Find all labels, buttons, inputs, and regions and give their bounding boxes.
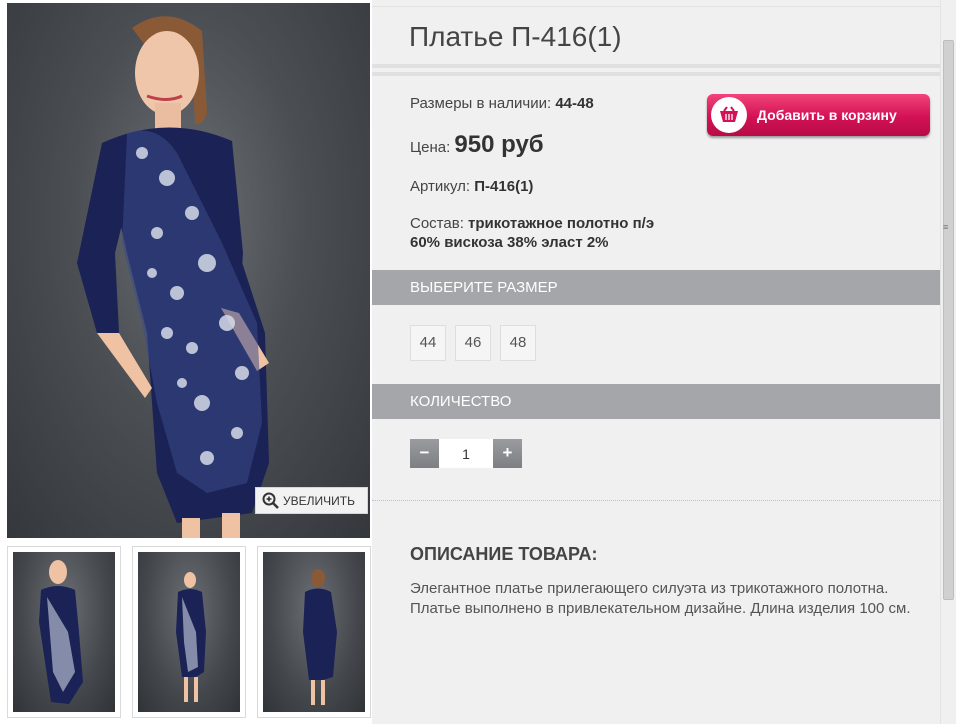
zoom-button[interactable]: УВЕЛИЧИТЬ (255, 487, 368, 514)
dotted-divider (372, 500, 940, 501)
composition-label: Состав: (410, 215, 464, 232)
quantity-decrease-button[interactable]: − (410, 439, 439, 468)
composition-value-line1: трикотажное полотно п/э (468, 215, 655, 232)
product-title: Платье П-416(1) (409, 21, 622, 52)
size-section-title: ВЫБЕРИТЕ РАЗМЕР (410, 279, 558, 296)
quantity-input[interactable] (439, 439, 493, 468)
sku-label: Артикул: (410, 178, 471, 195)
zoom-button-label: УВЕЛИЧИТЬ (283, 493, 355, 508)
dress-photo-illustration (77, 16, 269, 538)
quantity-stepper: − + (410, 439, 522, 468)
composition-row: Состав: трикотажное полотно п/э 60% виск… (410, 214, 654, 252)
size-option-44[interactable]: 44 (410, 325, 446, 361)
thumbnail-3[interactable] (257, 546, 371, 718)
product-info-panel: Платье П-416(1) Размеры в наличии: 44-48… (372, 0, 940, 724)
quantity-section-title: КОЛИЧЕСТВО (410, 393, 512, 410)
thumbnail-1[interactable] (7, 546, 121, 718)
price-value: 950 руб (454, 131, 544, 158)
size-option-46[interactable]: 46 (455, 325, 491, 361)
add-to-cart-label: Добавить в корзину (757, 107, 897, 123)
sizes-value: 44-48 (555, 95, 594, 112)
sku-row: Артикул: П-416(1) (410, 178, 533, 195)
quantity-increase-button[interactable]: + (493, 439, 522, 468)
description-text: Элегантное платье прилегающего силуэта и… (410, 580, 911, 617)
zoom-in-icon (262, 492, 279, 509)
thumbnail-1-image (39, 560, 83, 704)
composition-value-line2: 60% вискоза 38% эласт 2% (410, 234, 609, 251)
sizes-label: Размеры в наличии: (410, 95, 552, 112)
price-row: Цена: 950 руб (410, 131, 544, 159)
scrollbar-thumb[interactable] (943, 40, 954, 600)
add-to-cart-button[interactable]: Добавить в корзину (707, 94, 930, 136)
thumbnail-2-image (176, 572, 206, 702)
divider (372, 72, 940, 76)
sizes-available: Размеры в наличии: 44-48 (410, 95, 594, 112)
product-main-photo[interactable] (7, 3, 370, 538)
title-bar: Платье П-416(1) (372, 6, 940, 68)
thumbnail-2[interactable] (132, 546, 246, 718)
quantity-section-header: КОЛИЧЕСТВО (372, 384, 940, 419)
page-scrollbar[interactable]: ≡ (940, 0, 956, 724)
description-title: ОПИСАНИЕ ТОВАРА: (410, 544, 598, 564)
basket-icon (711, 97, 747, 133)
scrollbar-grip-icon: ≡ (943, 222, 949, 232)
size-option-48[interactable]: 48 (500, 325, 536, 361)
price-label: Цена: (410, 139, 451, 156)
sku-value: П-416(1) (474, 178, 534, 195)
size-section-header: ВЫБЕРИТЕ РАЗМЕР (372, 270, 940, 305)
thumbnail-3-image (303, 569, 337, 705)
